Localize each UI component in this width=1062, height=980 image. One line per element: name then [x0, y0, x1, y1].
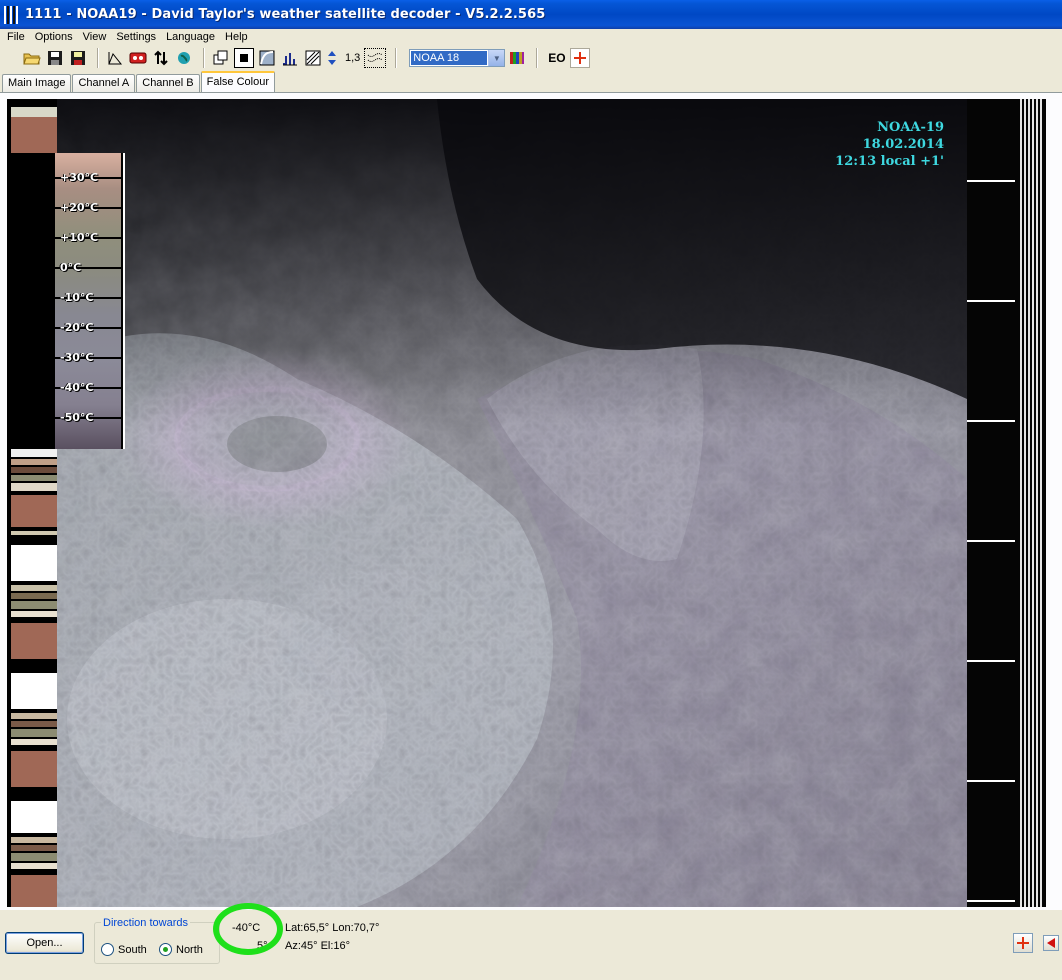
- crosshair-icon[interactable]: [1013, 933, 1033, 953]
- globe-icon[interactable]: [174, 48, 194, 68]
- open-button[interactable]: Open...: [5, 932, 84, 954]
- radio-south[interactable]: South: [101, 943, 147, 956]
- play-left-icon[interactable]: [1043, 935, 1059, 951]
- satellite-image-area[interactable]: +30°C +20°C +10°C 0°C -10°C -20°C -30°C …: [7, 99, 1046, 907]
- chevron-down-icon[interactable]: ▼: [488, 50, 505, 66]
- temp-label: +20°C: [60, 201, 99, 214]
- minute-marker: [967, 420, 1015, 422]
- minute-marker: [967, 660, 1015, 662]
- minute-marker: [967, 900, 1015, 902]
- false-colour-satellite-image: [57, 99, 967, 907]
- temp-label: +10°C: [60, 231, 99, 244]
- temp-label: -50°C: [60, 411, 94, 424]
- temp-label: +30°C: [60, 171, 99, 184]
- right-sync-strip: [967, 99, 1046, 907]
- menu-bar: File Options View Settings Language Help: [0, 29, 1062, 45]
- tab-channel-b[interactable]: Channel B: [136, 74, 200, 92]
- image-tabs: Main Image Channel A Channel B False Col…: [2, 71, 276, 92]
- toolbar: 1,3 NOAA 18 ▼ EO: [0, 45, 1062, 71]
- satellite-select-value: NOAA 18: [411, 51, 488, 65]
- histogram-icon[interactable]: [280, 48, 300, 68]
- gamma-icon[interactable]: [303, 48, 323, 68]
- direction-group: Direction towards South North: [94, 917, 220, 964]
- contrast-arrows-icon[interactable]: [151, 48, 171, 68]
- temperature-scale: +30°C +20°C +10°C 0°C -10°C -20°C -30°C …: [7, 153, 125, 449]
- satellite-select[interactable]: NOAA 18 ▼: [409, 49, 506, 67]
- tape-icon[interactable]: [128, 48, 148, 68]
- palette-icon[interactable]: [507, 48, 527, 68]
- save-icon[interactable]: [45, 48, 65, 68]
- minute-marker: [967, 540, 1015, 542]
- minute-marker: [967, 180, 1015, 182]
- tab-channel-a[interactable]: Channel A: [72, 74, 136, 92]
- title-bar: 1111 - NOAA19 - David Taylor's weather s…: [0, 0, 1062, 29]
- lat-lon-readout: Lat:65,5° Lon:70,7°: [285, 922, 380, 934]
- radio-north-label: North: [176, 943, 203, 956]
- temp-label: -30°C: [60, 351, 94, 364]
- minute-marker: [967, 780, 1015, 782]
- window-title: 1111 - NOAA19 - David Taylor's weather s…: [25, 7, 546, 22]
- temp-label: 0°C: [60, 261, 82, 274]
- menu-file[interactable]: File: [2, 31, 30, 43]
- overlay-date: 18.02.2014: [862, 137, 944, 152]
- zoom-value: 1,3: [345, 52, 361, 64]
- tab-false-colour[interactable]: False Colour: [200, 71, 275, 92]
- az-el-readout: Az:45° El:16°: [285, 940, 351, 952]
- minute-marker: [967, 300, 1015, 302]
- menu-help[interactable]: Help: [220, 31, 253, 43]
- menu-options[interactable]: Options: [30, 31, 78, 43]
- crosshair-icon[interactable]: [569, 48, 590, 68]
- overlay-time: 12:13 local +1': [835, 154, 944, 169]
- noise-filter-icon[interactable]: [364, 48, 387, 68]
- toolbar-separator: [203, 48, 205, 68]
- frame-icon[interactable]: [234, 48, 254, 68]
- curve-icon[interactable]: [257, 48, 277, 68]
- menu-settings[interactable]: Settings: [111, 31, 161, 43]
- eo-button[interactable]: EO: [548, 51, 565, 65]
- radio-north-dot[interactable]: [159, 943, 172, 956]
- image-panel: +30°C +20°C +10°C 0°C -10°C -20°C -30°C …: [0, 92, 1062, 910]
- save-all-icon[interactable]: [68, 48, 88, 68]
- radio-north[interactable]: North: [159, 943, 203, 956]
- toolbar-separator: [97, 48, 99, 68]
- highlight-ring: [213, 903, 283, 955]
- radio-south-dot[interactable]: [101, 943, 114, 956]
- spin-icon[interactable]: [326, 48, 338, 68]
- image-overlay-info: NOAA-19 18.02.2014 12:13 local +1': [835, 119, 944, 170]
- toolbar-separator: [536, 48, 539, 68]
- tab-main-image[interactable]: Main Image: [2, 74, 72, 92]
- open-folder-icon[interactable]: [22, 48, 42, 68]
- temp-label: -10°C: [60, 291, 94, 304]
- crop-icon[interactable]: [105, 48, 125, 68]
- radio-south-label: South: [118, 943, 147, 956]
- overlay-satellite: NOAA-19: [877, 120, 944, 135]
- sync-lines: [1020, 99, 1046, 907]
- menu-language[interactable]: Language: [161, 31, 220, 43]
- copy-icon[interactable]: [211, 48, 231, 68]
- temp-label: -40°C: [60, 381, 94, 394]
- temp-label: -20°C: [60, 321, 94, 334]
- toolbar-separator: [395, 48, 398, 68]
- status-bar: Open... Direction towards South North -4…: [0, 903, 1062, 980]
- menu-view[interactable]: View: [78, 31, 112, 43]
- direction-legend: Direction towards: [101, 917, 190, 929]
- barcode-app-icon: [4, 5, 20, 24]
